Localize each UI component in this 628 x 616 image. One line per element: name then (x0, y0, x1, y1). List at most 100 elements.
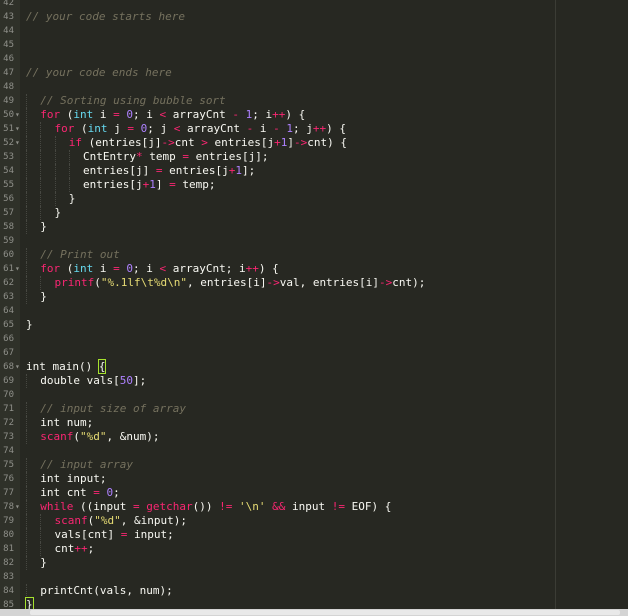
code-token-keyword: for (40, 108, 61, 121)
code-line[interactable]: 43 // your code starts here (0, 10, 628, 24)
code-line[interactable]: 59 (0, 234, 628, 248)
code-line[interactable]: 72 int num; (0, 416, 628, 430)
code-line[interactable]: 54 entries[j] = entries[j+1]; (0, 164, 628, 178)
code-line[interactable]: 77 int cnt = 0; (0, 486, 628, 500)
code-line[interactable]: 56 } (0, 192, 628, 206)
code-token-keyword: - (232, 108, 239, 121)
code-token-keyword: != (331, 500, 345, 513)
fold-arrow-icon[interactable]: ▾ (15, 108, 23, 122)
code-line[interactable]: 61 ▾ for (int i = 0; i < arrayCnt; i++) { (0, 262, 628, 276)
code-text: // input array (26, 458, 133, 472)
scrollbar-thumb[interactable] (30, 610, 620, 615)
fold-arrow-icon[interactable]: ▾ (15, 122, 23, 136)
code-token-text: ] (287, 136, 294, 149)
code-line[interactable]: 60 // Print out (0, 248, 628, 262)
code-line[interactable]: 66 (0, 332, 628, 346)
code-line[interactable]: 53 CntEntry* temp = entries[j]; (0, 150, 628, 164)
code-token-text: entries[j (207, 136, 275, 149)
code-token-text: , &input); (120, 514, 187, 527)
code-line[interactable]: 55 entries[j+1] = temp; (0, 178, 628, 192)
code-line[interactable]: 48 (0, 80, 628, 94)
code-line[interactable]: 57 } (0, 206, 628, 220)
code-text: int num; (26, 416, 93, 430)
fold-arrow-icon[interactable]: ▾ (15, 136, 23, 150)
line-number: 70 (3, 390, 14, 400)
code-line[interactable]: 80 vals[cnt] = input; (0, 528, 628, 542)
code-text: CntEntry* temp = entries[j]; (26, 150, 268, 164)
code-editor[interactable]: 42 43 // your code starts here 44 45 46 47 // y… (0, 0, 628, 616)
line-number: 81 (3, 544, 14, 554)
code-token-keyword: > (201, 136, 208, 149)
code-line[interactable]: 47 // your code ends here (0, 66, 628, 80)
code-line[interactable]: 73 scanf("%d", &num); (0, 430, 628, 444)
code-line[interactable]: 84 printCnt(vals, num); (0, 584, 628, 598)
line-number: 69 (3, 376, 14, 386)
line-number: 52 (3, 138, 14, 148)
line-number: 53 (3, 152, 14, 162)
code-line[interactable]: 69 double vals[50]; (0, 374, 628, 388)
code-line[interactable]: 78 ▾ while ((input = getchar()) != '\n' &… (0, 500, 628, 514)
code-token-text: int (40, 486, 61, 499)
fold-arrow-icon[interactable]: ▾ (15, 360, 23, 374)
code-line[interactable]: 67 (0, 346, 628, 360)
code-token-keyword: -> (161, 136, 175, 149)
code-line[interactable]: 68 ▾ int main() { (0, 359, 628, 374)
indent-guide (26, 514, 27, 528)
code-line[interactable]: 58 } (0, 220, 628, 234)
indent-guide (26, 150, 27, 164)
code-token-keyword: - (273, 122, 280, 135)
indent-guide (26, 276, 27, 290)
code-text: int main() { (26, 359, 107, 374)
code-token-keyword: ++ (312, 122, 327, 135)
fold-arrow-icon[interactable]: ▾ (15, 500, 23, 514)
code-line[interactable]: 62 printf("%.1lf\t%d\n", entries[i]->val… (0, 276, 628, 290)
code-token-text: } (40, 290, 47, 303)
line-number: 46 (3, 54, 14, 64)
code-line[interactable]: 65} (0, 318, 628, 332)
code-token-text: ( (94, 276, 101, 289)
code-line[interactable]: 51 ▾ for (int j = 0; j < arrayCnt - i - 1… (0, 122, 628, 136)
code-token-text: main() (45, 360, 99, 373)
code-line[interactable]: 71 // input size of array (0, 402, 628, 416)
code-area[interactable]: 42 43 // your code starts here 44 45 46 47 // y… (0, 0, 628, 612)
code-line[interactable]: 83 (0, 570, 628, 584)
code-line[interactable]: 52 ▾ if (entries[j]->cnt > entries[j+1]->… (0, 136, 628, 150)
code-line[interactable]: 75 // input array (0, 458, 628, 472)
code-text: for (int i = 0; i < arrayCnt; i++) { (26, 262, 279, 276)
code-text: } (26, 220, 47, 234)
indent-guide (40, 122, 42, 136)
code-token-text: cnt) { (307, 136, 347, 149)
code-line[interactable]: 63 } (0, 290, 628, 304)
code-line[interactable]: 44 (0, 24, 628, 38)
code-token-keyword: ++ (245, 262, 259, 275)
code-token-text: CntEntry (83, 150, 136, 163)
code-line[interactable]: 64 (0, 304, 628, 318)
code-token-comment: // your code ends here (26, 66, 172, 79)
line-number: 62 (3, 278, 14, 288)
code-line[interactable]: 76 int input; (0, 472, 628, 486)
fold-arrow-icon[interactable]: ▾ (15, 262, 23, 276)
code-line[interactable]: 49 // Sorting using bubble sort (0, 94, 628, 108)
horizontal-scrollbar[interactable] (0, 609, 628, 616)
code-line[interactable]: 50 ▾ for (int i = 0; i < arrayCnt - 1; i+… (0, 108, 628, 122)
code-token-keyword: = (113, 262, 120, 275)
code-text: vals[cnt] = input; (26, 528, 174, 542)
code-token-text: cnt (174, 136, 202, 149)
code-token-text: ()) (192, 500, 220, 513)
code-token-type: int (87, 122, 108, 135)
line-number: 48 (3, 82, 14, 92)
code-line[interactable]: 79 scanf("%d", &input); (0, 514, 628, 528)
code-text: // Sorting using bubble sort (26, 94, 226, 108)
code-line[interactable]: 45 (0, 38, 628, 52)
code-token-text: cnt (60, 486, 94, 499)
code-token-text: i (253, 122, 274, 135)
code-line[interactable]: 74 (0, 444, 628, 458)
code-line[interactable]: 82 } (0, 556, 628, 570)
code-line[interactable]: 70 (0, 388, 628, 402)
code-line[interactable]: 46 (0, 52, 628, 66)
code-line[interactable]: 42 (0, 0, 628, 10)
indent-guide (26, 290, 27, 304)
code-token-keyword: = (113, 108, 120, 121)
code-line[interactable]: 81 cnt++; (0, 542, 628, 556)
